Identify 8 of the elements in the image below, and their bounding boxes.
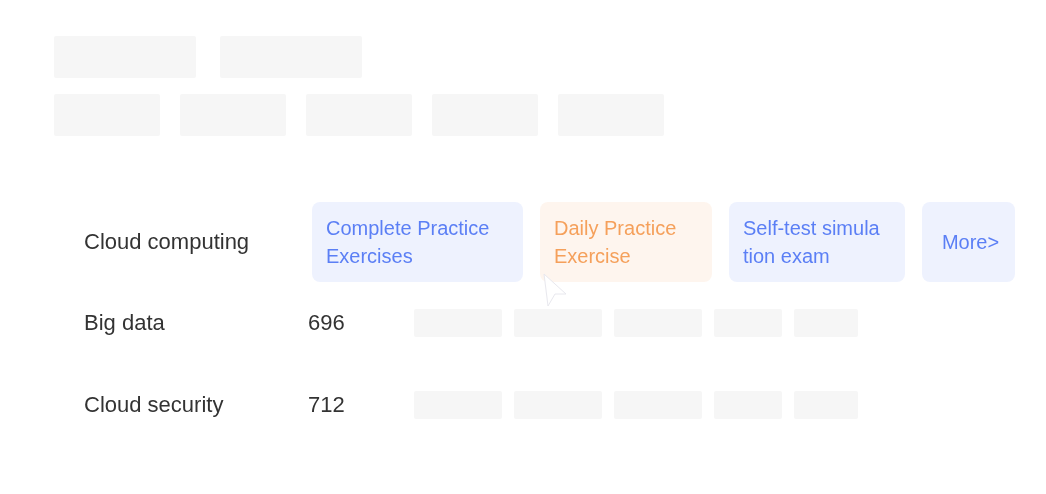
count-value: 696 — [308, 310, 346, 336]
practice-button[interactable]: More> — [922, 202, 1015, 282]
category-label: Cloud computing — [84, 229, 251, 255]
practice-button[interactable]: Self-test simula tion exam — [729, 202, 905, 282]
category-label: Cloud security — [84, 392, 225, 418]
count-value: 712 — [308, 392, 346, 418]
category-label: Big data — [84, 310, 166, 336]
practice-button[interactable]: Complete Practice Exercises — [312, 202, 523, 282]
